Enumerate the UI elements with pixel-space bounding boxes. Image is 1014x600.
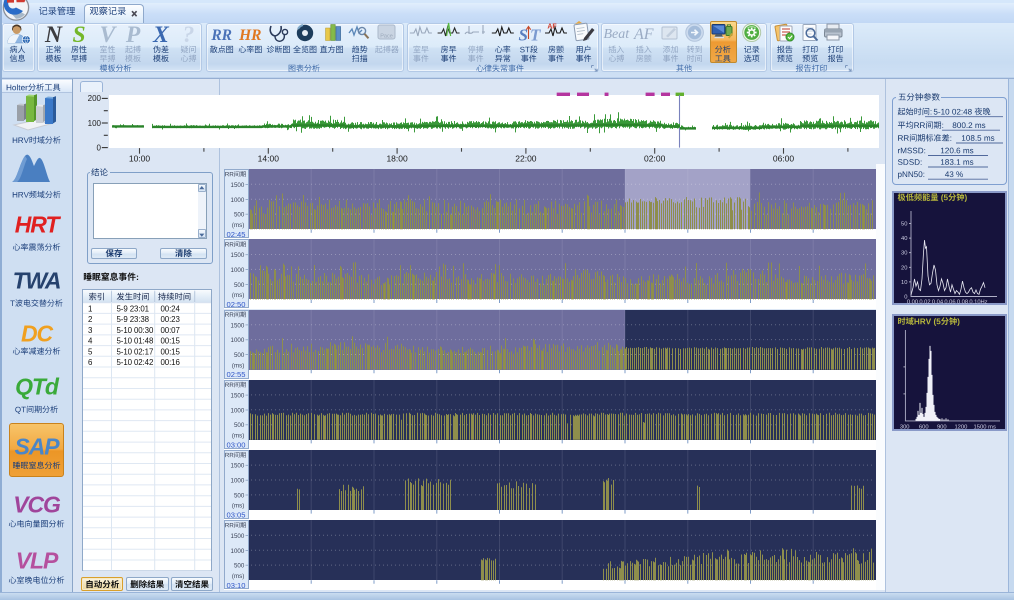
svg-text:0: 0 — [97, 143, 102, 152]
svg-text:10:00: 10:00 — [129, 154, 151, 164]
svg-text:200: 200 — [88, 94, 102, 103]
svg-text:06:00: 06:00 — [773, 154, 795, 164]
svg-text:18:00: 18:00 — [386, 154, 408, 164]
svg-text:14:00: 14:00 — [258, 154, 280, 164]
svg-text:02:00: 02:00 — [644, 154, 666, 164]
svg-text:100: 100 — [88, 119, 102, 128]
svg-text:22:00: 22:00 — [515, 154, 537, 164]
